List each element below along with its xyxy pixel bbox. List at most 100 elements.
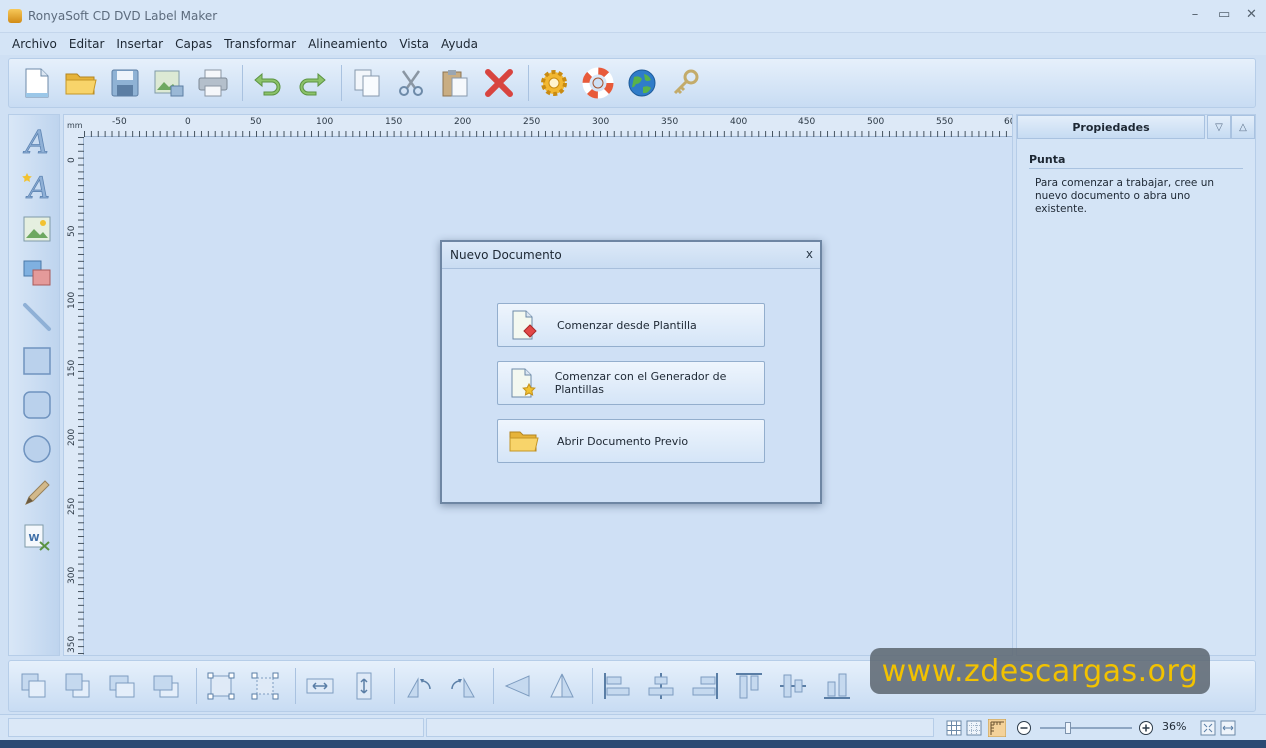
template-wizard-icon	[507, 366, 539, 400]
ruler-label: -50	[112, 117, 127, 127]
rotate-right-button[interactable]	[444, 667, 482, 705]
image-tool[interactable]	[19, 211, 55, 247]
menu-alineamiento[interactable]: Alineamiento	[302, 37, 393, 51]
align-center-icon	[648, 673, 674, 699]
rounded-rectangle-tool[interactable]	[19, 387, 55, 423]
menu-editar[interactable]: Editar	[63, 37, 111, 51]
ungroup-button[interactable]	[246, 667, 284, 705]
properties-dropdown-button[interactable]: ▽	[1207, 115, 1231, 139]
ellipse-tool[interactable]	[19, 431, 55, 467]
print-button[interactable]	[193, 63, 233, 103]
send-backward-icon	[153, 675, 179, 698]
align-center-button[interactable]	[642, 667, 680, 705]
bring-forward-button[interactable]	[103, 667, 141, 705]
open-button[interactable]	[61, 63, 101, 103]
undo-button[interactable]	[248, 63, 288, 103]
align-right-button[interactable]	[686, 667, 724, 705]
art-text-tool[interactable]: A	[19, 167, 55, 203]
menu-capas[interactable]: Capas	[169, 37, 218, 51]
cut-button[interactable]	[391, 63, 431, 103]
toolbar-separator	[592, 668, 593, 704]
fit-width-icon[interactable]	[1220, 720, 1236, 736]
zoom-slider-thumb[interactable]	[1065, 722, 1071, 734]
menu-ayuda[interactable]: Ayuda	[435, 37, 484, 51]
rectangle-tool[interactable]	[19, 343, 55, 379]
help-button[interactable]	[578, 63, 618, 103]
ruler-label: 200	[67, 428, 77, 446]
settings-button[interactable]	[534, 63, 574, 103]
window-controls: – ▭ ✕	[1190, 7, 1257, 22]
start-from-template-button[interactable]: Comenzar desde Plantilla	[497, 303, 765, 347]
properties-header: Propiedades	[1017, 115, 1205, 139]
send-to-back-button[interactable]	[59, 667, 97, 705]
new-document-dialog: Nuevo Documento x Comenzar desde Plantil…	[440, 240, 822, 504]
align-bottom-button[interactable]	[818, 667, 856, 705]
properties-collapse-button[interactable]: △	[1231, 115, 1255, 139]
align-left-icon	[604, 673, 630, 699]
watermark-banner: www.zdescargas.org	[870, 648, 1210, 694]
group-button[interactable]	[202, 667, 240, 705]
rotate-left-icon	[407, 677, 431, 698]
close-window-button[interactable]: ✕	[1246, 7, 1257, 22]
fit-page-icon[interactable]	[1200, 720, 1216, 736]
export-image-button[interactable]	[149, 63, 189, 103]
line-tool[interactable]	[19, 299, 55, 335]
ruler-label: 300	[592, 117, 610, 127]
word-import-tool[interactable]: W	[19, 519, 55, 555]
status-bar: 36%	[0, 714, 1266, 740]
ungroup-icon	[251, 672, 279, 700]
menu-transformar[interactable]: Transformar	[218, 37, 302, 51]
flip-vertical-button[interactable]	[543, 667, 581, 705]
register-key-button[interactable]	[666, 63, 706, 103]
toolbar-separator	[196, 668, 197, 704]
align-left-button[interactable]	[598, 667, 636, 705]
align-middle-button[interactable]	[774, 667, 812, 705]
paste-button[interactable]	[435, 63, 475, 103]
delete-button[interactable]	[479, 63, 519, 103]
open-previous-document-button[interactable]: Abrir Documento Previo	[497, 419, 765, 463]
ruler-label: 150	[385, 117, 403, 127]
dotted-grid-icon[interactable]	[966, 720, 982, 736]
clipart-tool[interactable]	[19, 255, 55, 291]
menu-archivo[interactable]: Archivo	[6, 37, 63, 51]
zoom-slider-track[interactable]	[1040, 727, 1132, 729]
toolbar-separator	[295, 668, 296, 704]
flip-horizontal-button[interactable]	[499, 667, 537, 705]
flip-horizontal-icon	[504, 675, 530, 697]
rulers-toggle-icon[interactable]	[988, 719, 1006, 737]
minimize-button[interactable]: –	[1190, 7, 1200, 22]
chevron-up-icon: △	[1239, 121, 1247, 133]
ruler-unit: mm	[64, 115, 84, 137]
distribute-vertical-button[interactable]	[345, 667, 383, 705]
template-generator-button[interactable]: Comenzar con el Generador de Plantillas	[497, 361, 765, 405]
ruler-label: 0	[185, 117, 191, 127]
zoom-out-icon[interactable]	[1016, 720, 1032, 736]
zoom-in-icon[interactable]	[1138, 720, 1154, 736]
properties-panel: Propiedades ▽ △ Punta Para comenzar a tr…	[1016, 114, 1256, 656]
ellipse-tool-icon	[23, 435, 51, 463]
web-globe-icon	[628, 69, 656, 97]
text-tool[interactable]: A	[19, 123, 55, 159]
redo-button[interactable]	[292, 63, 332, 103]
pencil-tool[interactable]	[19, 475, 55, 511]
new-document-button[interactable]	[17, 63, 57, 103]
open-folder-icon	[65, 73, 97, 95]
distribute-horizontal-button[interactable]	[301, 667, 339, 705]
menu-insertar[interactable]: Insertar	[110, 37, 169, 51]
svg-text:W: W	[28, 533, 39, 544]
ruler-label: 0	[67, 157, 77, 163]
rotate-left-button[interactable]	[400, 667, 438, 705]
dialog-close-button[interactable]: x	[806, 247, 813, 261]
web-button[interactable]	[622, 63, 662, 103]
send-backward-button[interactable]	[147, 667, 185, 705]
maximize-button[interactable]: ▭	[1218, 7, 1230, 22]
copy-button[interactable]	[347, 63, 387, 103]
paste-icon	[442, 70, 468, 97]
menu-vista[interactable]: Vista	[393, 37, 435, 51]
bring-to-front-button[interactable]	[15, 667, 53, 705]
ruler-label: 60	[1004, 117, 1012, 127]
align-right-icon	[692, 673, 718, 699]
save-button[interactable]	[105, 63, 145, 103]
grid-view-icon[interactable]	[946, 720, 962, 736]
align-top-button[interactable]	[730, 667, 768, 705]
